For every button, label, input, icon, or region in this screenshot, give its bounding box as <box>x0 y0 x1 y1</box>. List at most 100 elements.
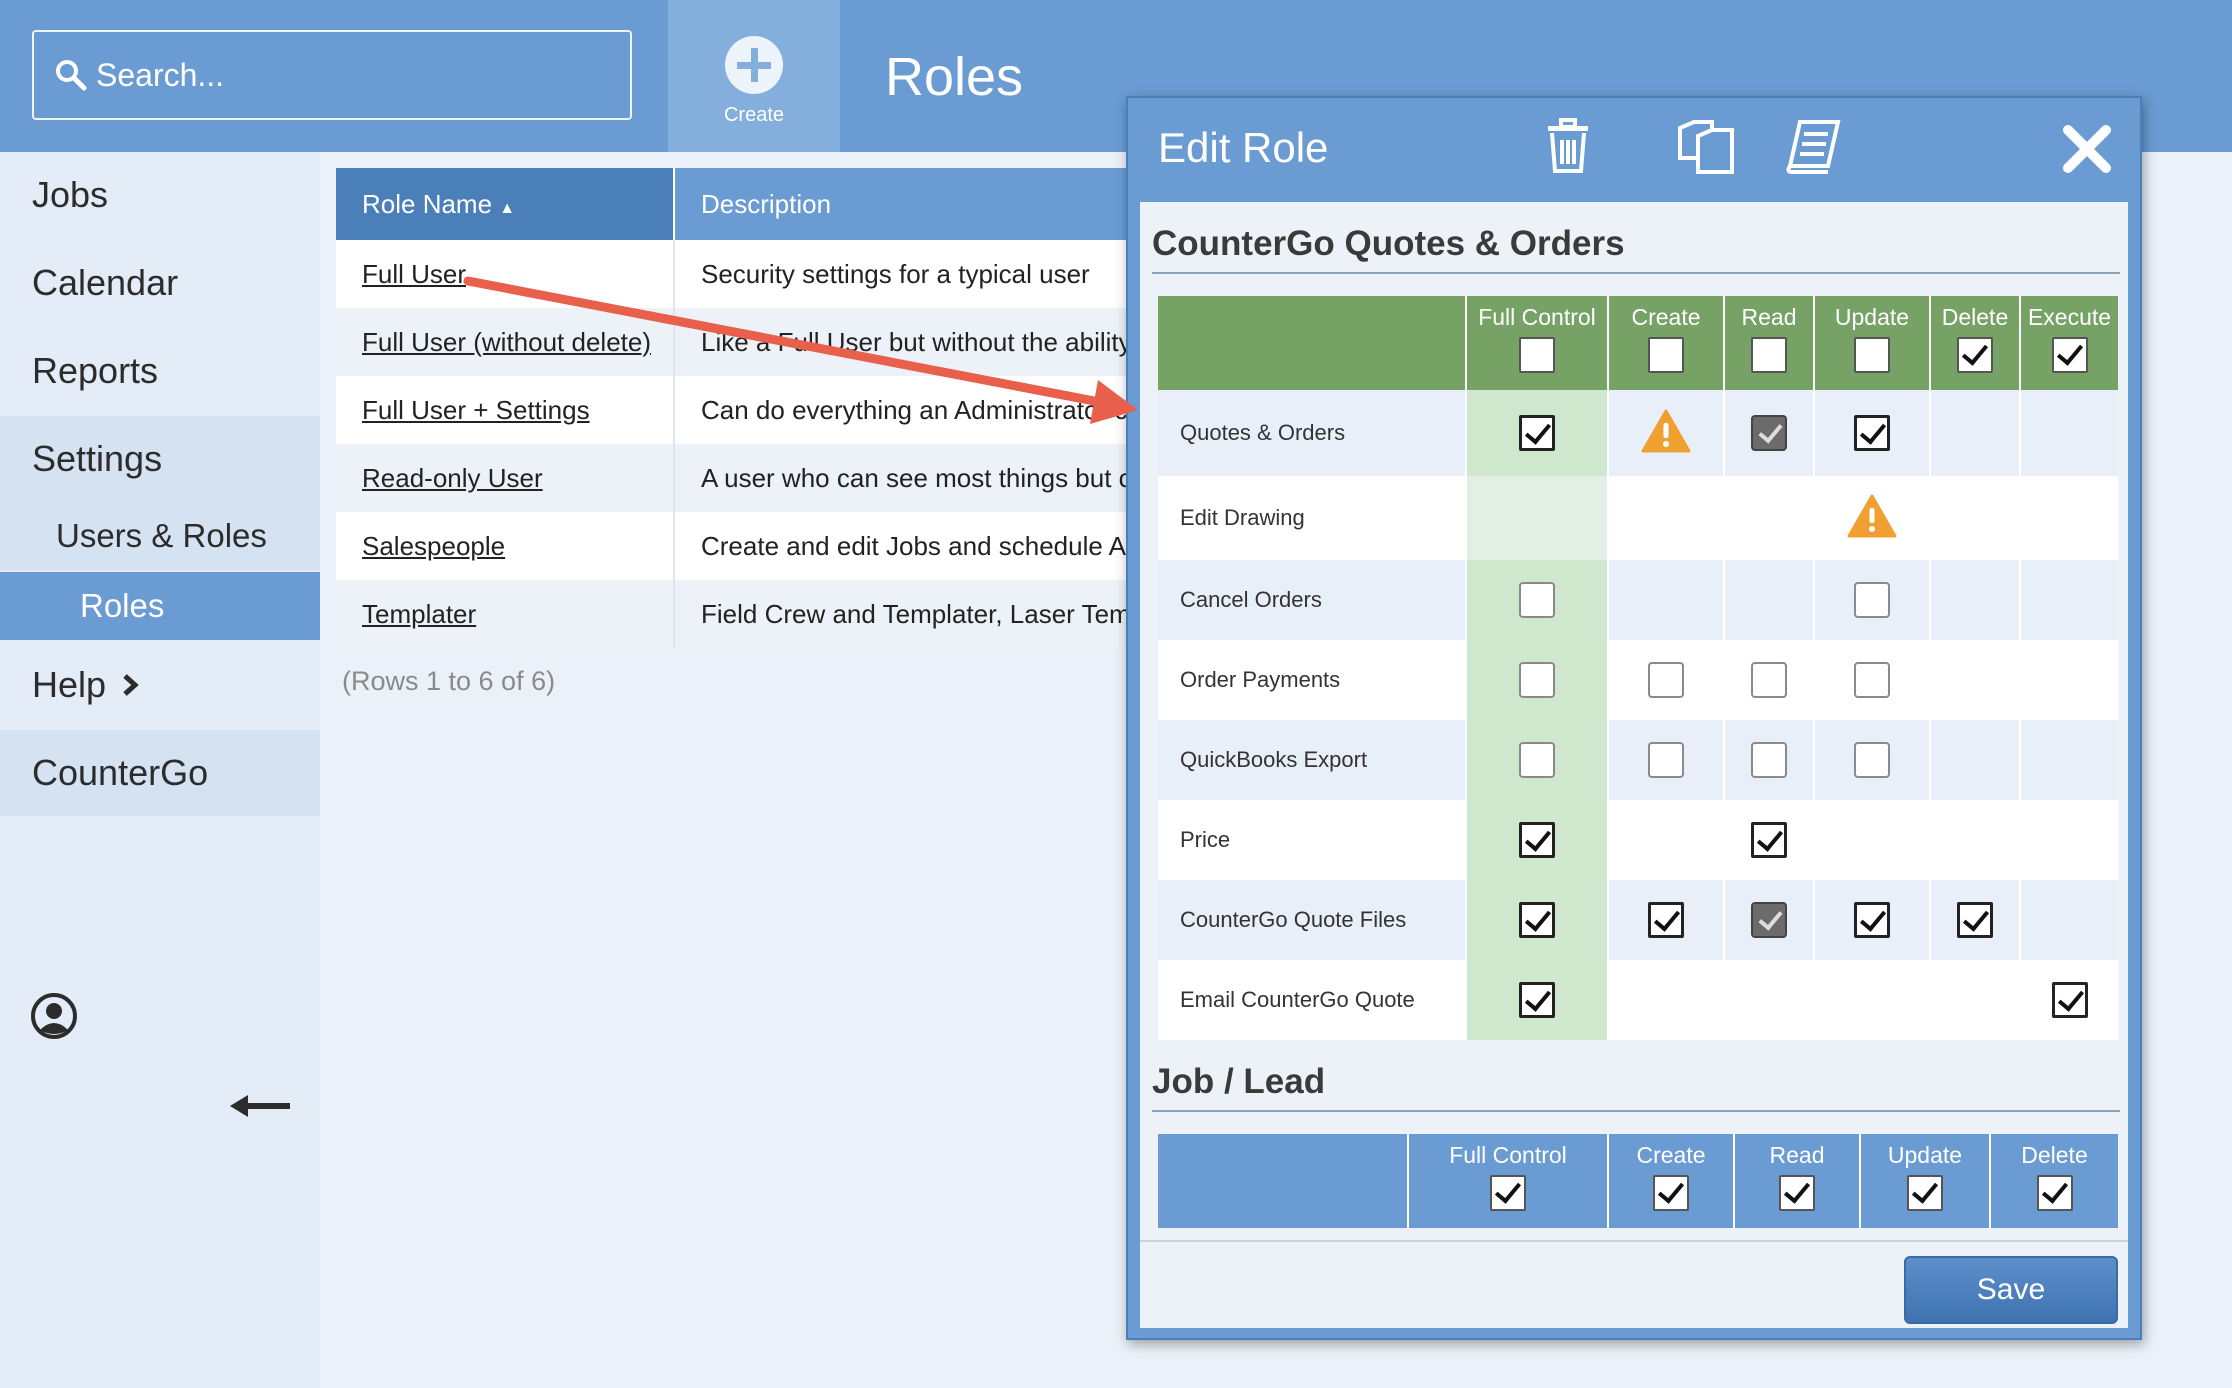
sidebar-item-settings[interactable]: Settings <box>0 416 320 502</box>
checkbox-checked[interactable] <box>1519 822 1555 858</box>
role-link[interactable]: Templater <box>362 599 476 629</box>
checkbox[interactable] <box>1751 662 1787 698</box>
notes-book-icon[interactable] <box>1784 118 1842 179</box>
copy-icon[interactable] <box>1676 118 1736 181</box>
checkbox[interactable] <box>1854 582 1890 618</box>
user-avatar-icon[interactable] <box>30 992 78 1045</box>
checkbox-checked-disabled <box>1751 902 1787 938</box>
column-header-read: Read <box>1733 1134 1860 1228</box>
save-button[interactable]: Save <box>1904 1256 2118 1324</box>
permission-cell <box>2019 390 2118 476</box>
sidebar-item-jobs[interactable]: Jobs <box>0 152 320 238</box>
permission-cell <box>2019 560 2118 640</box>
dialog-body[interactable]: CounterGo Quotes & Orders Full Control Cr… <box>1140 202 2128 1328</box>
permission-cell <box>1813 640 1930 720</box>
checkbox-checked[interactable] <box>1751 822 1787 858</box>
checkbox-checked[interactable] <box>1779 1175 1815 1211</box>
checkbox-checked[interactable] <box>1957 337 1993 373</box>
permissions-table-job-lead: Full Control Create Read Update Delete <box>1158 1134 2118 1228</box>
header-spacer <box>1158 296 1466 390</box>
permission-cell <box>2019 800 2118 880</box>
search-icon <box>56 60 87 91</box>
checkbox[interactable] <box>1519 742 1555 778</box>
sidebar-item-reports[interactable]: Reports <box>0 328 320 414</box>
sidebar-item-roles[interactable]: Roles <box>0 572 320 640</box>
permission-row-label: Cancel Orders <box>1180 587 1322 612</box>
dialog-header: Edit Role <box>1128 98 2140 202</box>
chevron-right-icon <box>123 674 139 696</box>
sidebar-item-label: Settings <box>32 438 163 479</box>
checkbox[interactable] <box>1648 337 1684 373</box>
sidebar-item-label: Users & Roles <box>56 517 267 554</box>
table-row[interactable]: Full User Security settings for a typical… <box>336 240 1236 308</box>
close-icon[interactable] <box>2062 124 2112 179</box>
sidebar-item-calendar[interactable]: Calendar <box>0 240 320 326</box>
trash-icon[interactable] <box>1544 118 1592 179</box>
column-header-delete: Delete <box>1929 296 2020 390</box>
checkbox-checked[interactable] <box>1490 1175 1526 1211</box>
role-link[interactable]: Salespeople <box>362 531 505 561</box>
permission-row-label: Edit Drawing <box>1180 505 1305 530</box>
column-label: Full Control <box>1478 304 1596 330</box>
column-header-update: Update <box>1813 296 1930 390</box>
checkbox-checked[interactable] <box>1854 902 1890 938</box>
checkbox[interactable] <box>1519 662 1555 698</box>
checkbox-checked[interactable] <box>1648 902 1684 938</box>
checkbox-checked[interactable] <box>1907 1175 1943 1211</box>
table-row[interactable]: Read-only User A user who can see most th… <box>336 444 1236 512</box>
column-label: Execute <box>2027 304 2112 330</box>
checkbox[interactable] <box>1648 742 1684 778</box>
table-row[interactable]: Salespeople Create and edit Jobs and sche… <box>336 512 1236 580</box>
plus-circle-icon <box>725 36 783 94</box>
role-link[interactable]: Full User + Settings <box>362 395 590 425</box>
column-label: Update <box>1834 304 1910 330</box>
role-link[interactable]: Full User <box>362 259 466 289</box>
roles-table: Role Name ▲ Description Full User Securit… <box>336 168 1236 648</box>
permission-cell <box>1723 476 1814 560</box>
checkbox-checked[interactable] <box>1854 415 1890 451</box>
checkbox-checked[interactable] <box>2051 982 2088 1018</box>
permission-row: Price <box>1158 800 2118 880</box>
column-label: Update <box>1887 1142 1963 1168</box>
role-link[interactable]: Full User (without delete) <box>362 327 651 357</box>
checkbox-checked[interactable] <box>1519 902 1555 938</box>
checkbox[interactable] <box>1751 742 1787 778</box>
permission-cell <box>1465 476 1608 560</box>
checkbox-checked[interactable] <box>1519 982 1555 1018</box>
checkbox[interactable] <box>1854 337 1890 373</box>
column-label: Read <box>1741 304 1797 330</box>
role-link[interactable]: Read-only User <box>362 463 543 493</box>
column-header-delete: Delete <box>1989 1134 2118 1228</box>
collapse-sidebar-arrow-icon[interactable] <box>230 1092 292 1125</box>
permission-cell <box>1607 800 1724 880</box>
checkbox-checked[interactable] <box>1957 902 1993 938</box>
sidebar-item-users-roles[interactable]: Users & Roles <box>0 502 320 570</box>
sidebar-item-label: Reports <box>32 350 159 391</box>
permission-cell <box>1465 960 1608 1040</box>
create-button[interactable]: Create <box>668 0 840 152</box>
permission-row-label: Price <box>1180 827 1231 852</box>
column-header-create: Create <box>1607 1134 1734 1228</box>
checkbox[interactable] <box>1854 662 1890 698</box>
table-row[interactable]: Full User + Settings Can do everything an… <box>336 376 1236 444</box>
sidebar-item-countergo[interactable]: CounterGo <box>0 730 320 816</box>
permissions-table-quotes-orders: Full Control Create Read Update Delete Execut… <box>1158 296 2118 1040</box>
search-input[interactable]: Search... <box>32 30 632 120</box>
sidebar-item-help[interactable]: Help <box>0 642 320 728</box>
checkbox-checked[interactable] <box>2036 1175 2073 1211</box>
permission-row: CounterGo Quote Files <box>1158 880 2118 960</box>
checkbox-checked[interactable] <box>1653 1175 1689 1211</box>
checkbox[interactable] <box>1751 337 1787 373</box>
checkbox[interactable] <box>1519 582 1555 618</box>
permission-cell <box>1607 640 1724 720</box>
permission-cell <box>1465 390 1608 476</box>
checkbox[interactable] <box>1854 742 1890 778</box>
column-header-role-name[interactable]: Role Name ▲ <box>336 168 675 240</box>
checkbox[interactable] <box>1519 337 1555 373</box>
checkbox[interactable] <box>1648 662 1684 698</box>
checkbox-checked[interactable] <box>1519 415 1555 451</box>
table-row[interactable]: Templater Field Crew and Templater, Laser… <box>336 580 1236 648</box>
table-row[interactable]: Full User (without delete) Like a Full Us… <box>336 308 1236 376</box>
permission-cell <box>1723 720 1814 800</box>
checkbox-checked[interactable] <box>2051 337 2088 373</box>
